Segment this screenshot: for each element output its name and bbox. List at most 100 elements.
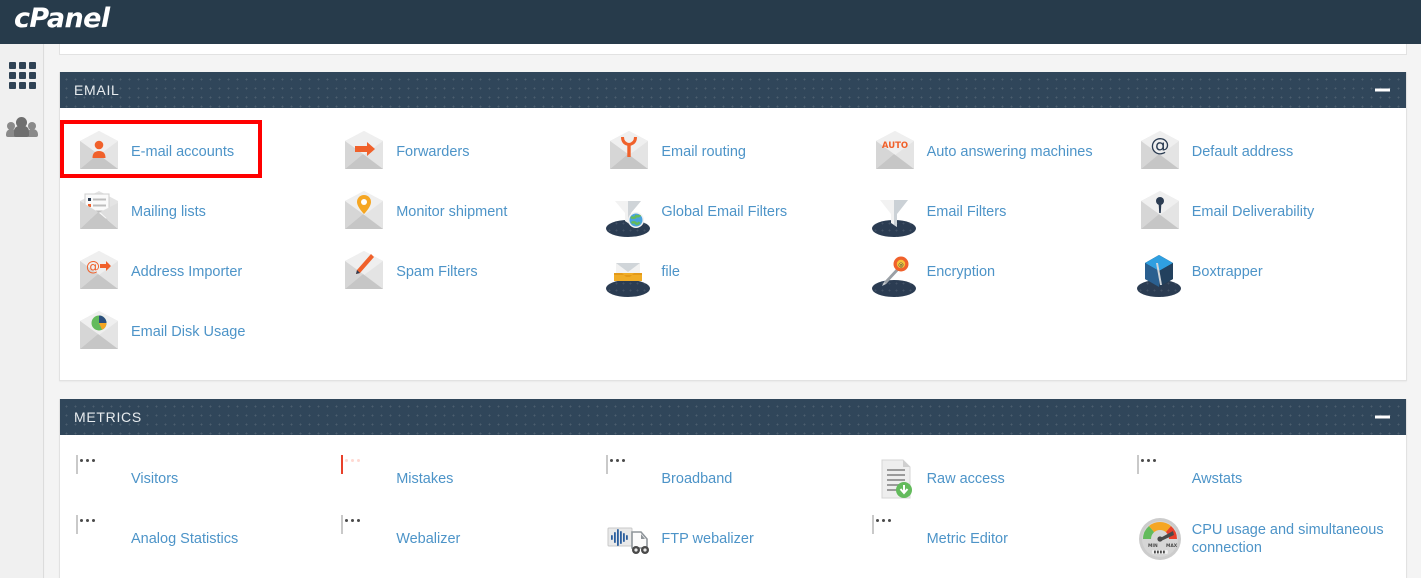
app-tile-email-filters[interactable]: Email Filters — [866, 182, 1131, 242]
section-email-collapse-button[interactable] — [1375, 88, 1390, 92]
app-tile-awstats[interactable]: Awstats — [1131, 449, 1396, 509]
app-tile-address-importer[interactable]: @ Address Importer — [70, 242, 335, 302]
box-trap-icon — [1136, 249, 1183, 297]
app-tile-raw-access[interactable]: Raw access — [866, 449, 1131, 509]
app-tile-email-routing[interactable]: Email routing — [600, 122, 865, 182]
app-tile-global-email-filters[interactable]: Global Email Filters — [600, 182, 865, 242]
app-tile-broadband[interactable]: Broadband — [600, 449, 865, 509]
app-tile-visitors[interactable]: Visitors — [70, 449, 335, 509]
section-email: EMAIL E-mail accounts Forwarders Email r… — [59, 72, 1407, 381]
app-tile-email-disk-usage[interactable]: Email Disk Usage — [70, 302, 335, 362]
envelope-track-icon — [341, 189, 387, 235]
envelope-quill-icon — [341, 249, 387, 295]
section-metrics-collapse-button[interactable] — [1375, 415, 1390, 419]
window-waveform-icon — [341, 515, 387, 562]
app-tile-label: Email Filters — [926, 203, 1007, 220]
key-lock-icon: @ — [871, 249, 918, 297]
svg-text:AUTO: AUTO — [881, 141, 907, 151]
app-tile-ftp-webalizer[interactable]: FTP webalizer — [600, 509, 865, 569]
app-tile-label: Boxtrapper — [1191, 263, 1263, 280]
section-email-title: EMAIL — [74, 82, 120, 98]
app-tile-label: Global Email Filters — [661, 203, 788, 220]
svg-text:MIN: MIN — [1148, 543, 1158, 549]
app-tile-label: Monitor shipment — [396, 203, 508, 220]
app-tile-encryption[interactable]: @ Encryption — [866, 242, 1131, 302]
envelope-routing-icon — [606, 129, 652, 175]
app-tile-label: Analog Statistics — [131, 530, 239, 547]
app-tile-label: Default address — [1191, 143, 1294, 160]
app-tile-metric-editor[interactable]: Metric Editor — [866, 509, 1131, 569]
app-tile-label: Raw access — [926, 470, 1005, 487]
app-tile-label: Email routing — [661, 143, 746, 160]
mail-tray-icon — [606, 249, 652, 297]
app-tile-label: Metric Editor — [926, 530, 1008, 547]
app-tile-label: Awstats — [1191, 470, 1243, 487]
svg-text:@: @ — [86, 259, 100, 275]
window-error-icon — [341, 455, 387, 502]
app-tile-label: Visitors — [131, 470, 179, 487]
app-tile-label: Encryption — [926, 263, 996, 280]
envelope-list-icon — [76, 189, 122, 235]
app-tile-webalizer[interactable]: Webalizer — [335, 509, 600, 569]
app-tile-label: Forwarders — [396, 143, 470, 160]
sidebar-item-user-manager[interactable] — [0, 104, 44, 150]
section-email-items: E-mail accounts Forwarders Email routing… — [60, 108, 1406, 380]
app-tile-email-deliverability[interactable]: Email Deliverability — [1131, 182, 1396, 242]
cpanel-page: cPanel EMAIL E-mail accounts Forwarders … — [0, 0, 1421, 578]
window-editchart-icon — [871, 515, 918, 562]
sidebar-item-apps-grid[interactable] — [0, 52, 44, 98]
grid-icon — [9, 62, 36, 89]
app-tile-label: Auto answering machines — [926, 143, 1093, 160]
envelope-at-arrow-icon: @ — [76, 249, 122, 295]
app-tile-label: Broadband — [661, 470, 733, 487]
funnel-icon — [871, 189, 918, 237]
app-tile-mistakes[interactable]: Mistakes — [335, 449, 600, 509]
app-tile-label: CPU usage and simultaneous connection — [1191, 521, 1384, 556]
app-tile-label: E-mail accounts — [131, 143, 235, 160]
truck-waveform-icon — [606, 516, 652, 562]
app-tile-mailing-lists[interactable]: Mailing lists — [70, 182, 335, 242]
section-email-header: EMAIL — [60, 72, 1406, 108]
app-tile-label: Webalizer — [396, 530, 461, 547]
app-tile-analog-statistics[interactable]: 023689746 264802561 714536870 Analog Sta… — [70, 509, 335, 569]
top-header-bar: cPanel — [0, 0, 1421, 44]
app-tile-label: Address Importer — [131, 263, 243, 280]
window-numbers-icon: 023689746 264802561 714536870 — [76, 515, 122, 562]
cpu-gauge-icon: MIN MAX — [1137, 516, 1183, 562]
previous-panel-tail — [59, 44, 1407, 55]
section-metrics-items: Visitors Mistakes Broadband Raw access A… — [60, 435, 1406, 578]
app-tile-email-accounts[interactable]: E-mail accounts — [70, 122, 335, 182]
app-tile-label: Email Disk Usage — [131, 323, 246, 340]
left-sidebar — [0, 44, 44, 578]
window-visitors-icon — [76, 455, 122, 502]
main-content-scroll[interactable]: EMAIL E-mail accounts Forwarders Email r… — [45, 44, 1421, 578]
app-tile-label: file — [661, 263, 680, 280]
envelope-key-icon — [1137, 189, 1183, 235]
section-metrics: METRICS Visitors Mistakes Broadband Raw … — [59, 399, 1407, 578]
app-tile-label: Mailing lists — [131, 203, 206, 220]
window-chart-icon — [1136, 455, 1183, 502]
app-tile-boxtrapper[interactable]: Boxtrapper — [1131, 242, 1396, 302]
cpanel-logo[interactable]: cPanel — [14, 3, 110, 34]
app-tile-cpu-usage[interactable]: MIN MAX CPU usage and simultaneous conne… — [1131, 509, 1396, 569]
section-metrics-header: METRICS — [60, 399, 1406, 435]
envelope-auto-icon: AUTO — [872, 129, 918, 175]
svg-text:@: @ — [1150, 134, 1169, 156]
envelope-pie-icon — [76, 309, 122, 355]
app-tile-auto-answering-machines[interactable]: AUTO Auto answering machines — [866, 122, 1131, 182]
app-tile-label: Mistakes — [396, 470, 454, 487]
section-metrics-title: METRICS — [74, 409, 142, 425]
window-gauge-icon — [606, 455, 652, 502]
funnel-globe-icon — [606, 189, 652, 237]
people-icon — [6, 117, 38, 137]
envelope-arrow-icon — [341, 129, 387, 175]
document-download-icon — [872, 456, 918, 502]
app-tile-monitor-shipment[interactable]: Monitor shipment — [335, 182, 600, 242]
app-tile-forwarders[interactable]: Forwarders — [335, 122, 600, 182]
svg-text:MAX: MAX — [1166, 543, 1178, 549]
app-tile-default-address[interactable]: @ Default address — [1131, 122, 1396, 182]
app-tile-file[interactable]: file — [600, 242, 865, 302]
envelope-user-icon — [76, 129, 122, 175]
envelope-at-icon: @ — [1137, 129, 1183, 175]
app-tile-spam-filters[interactable]: Spam Filters — [335, 242, 600, 302]
